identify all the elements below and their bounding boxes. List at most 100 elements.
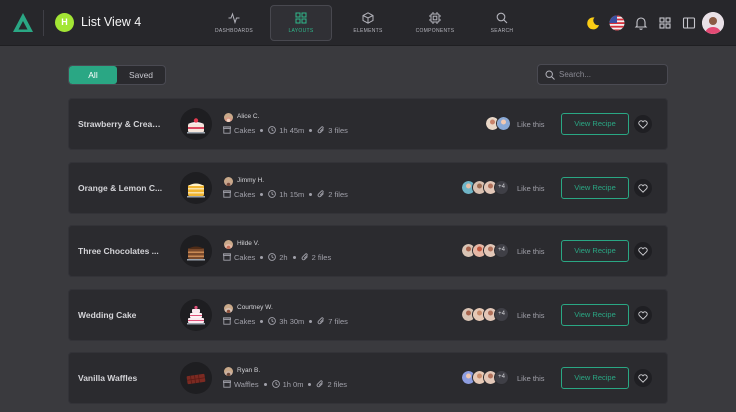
- view-recipe-button[interactable]: View Recipe: [561, 240, 629, 262]
- logo-icon[interactable]: [12, 12, 34, 34]
- recipe-category: Cakes: [234, 316, 256, 326]
- recipe-card: Three Chocolates ... Hilde V. Cakes 2h 2…: [68, 225, 668, 277]
- liked-by-avatars[interactable]: +4: [461, 307, 509, 323]
- view-recipe-button[interactable]: View Recipe: [561, 177, 629, 199]
- author-avatar: [224, 240, 233, 249]
- author-name[interactable]: Hilde V.: [237, 240, 259, 247]
- cube-icon: [362, 12, 374, 24]
- separator-dot: [309, 319, 313, 323]
- box-icon: [223, 126, 231, 134]
- author-name[interactable]: Jimmy H.: [237, 177, 264, 184]
- recipe-card: Vanilla Waffles Ryan B. Waffles 1h 0m 2 …: [68, 352, 668, 404]
- nav-search[interactable]: SEARCH: [471, 5, 533, 41]
- recipe-title[interactable]: Orange & Lemon C...: [78, 183, 164, 193]
- more-likers-count: +4: [494, 243, 509, 258]
- recipe-thumbnail: [180, 235, 212, 267]
- separator-dot: [263, 382, 267, 386]
- nav-dashboards[interactable]: DASHBOARDS: [203, 5, 265, 41]
- heart-icon: [638, 120, 648, 129]
- author-name[interactable]: Courtney W.: [237, 304, 273, 311]
- more-likers-count: +4: [494, 307, 509, 322]
- recipe-title[interactable]: Wedding Cake: [78, 310, 164, 320]
- apps-grid-icon[interactable]: [657, 15, 673, 31]
- search-icon: [496, 12, 508, 24]
- recipe-thumbnail: [180, 299, 212, 331]
- heart-icon: [638, 247, 648, 256]
- favorite-button[interactable]: [634, 242, 652, 260]
- divider: [43, 10, 44, 36]
- heart-icon: [638, 311, 648, 320]
- recipe-meta: Cakes 2h 2 files: [223, 252, 331, 262]
- recipe-files: 3 files: [328, 125, 348, 135]
- search-box: [537, 64, 668, 85]
- search-input[interactable]: [559, 67, 663, 82]
- us-flag-icon[interactable]: [609, 15, 625, 31]
- separator-dot: [309, 128, 313, 132]
- nav-components[interactable]: COMPONENTS: [404, 5, 466, 41]
- separator-dot: [292, 255, 296, 259]
- nav-label: LAYOUTS: [288, 28, 314, 34]
- strawberry-cake-image: [187, 118, 205, 134]
- recipe-title[interactable]: Vanilla Waffles: [78, 373, 164, 383]
- paperclip-icon: [317, 190, 325, 198]
- liked-by-avatars[interactable]: [485, 116, 511, 132]
- grid-icon: [295, 12, 307, 24]
- separator-dot: [309, 192, 313, 196]
- more-likers-count: +4: [494, 370, 509, 385]
- author-avatar: [224, 177, 233, 186]
- view-recipe-button[interactable]: View Recipe: [561, 304, 629, 326]
- paperclip-icon: [317, 380, 324, 388]
- filter-toggle: All Saved: [68, 65, 166, 85]
- liked-by-avatars[interactable]: +4: [461, 180, 509, 196]
- favorite-button[interactable]: [634, 306, 652, 324]
- nav-elements[interactable]: ELEMENTS: [337, 5, 399, 41]
- recipe-title[interactable]: Three Chocolates ...: [78, 246, 164, 256]
- favorite-button[interactable]: [634, 369, 652, 387]
- view-recipe-button[interactable]: View Recipe: [561, 367, 629, 389]
- liked-by-avatars[interactable]: +4: [461, 243, 509, 259]
- app-avatar: H: [55, 13, 74, 32]
- nav-label: DASHBOARDS: [214, 28, 253, 34]
- user-avatar[interactable]: [702, 12, 724, 34]
- clock-icon: [268, 253, 277, 261]
- recipe-time: 1h 0m: [282, 379, 304, 389]
- recipe-thumbnail: [180, 362, 212, 394]
- clock-icon: [271, 380, 280, 388]
- view-recipe-button[interactable]: View Recipe: [561, 113, 629, 135]
- filter-saved-button[interactable]: Saved: [117, 66, 165, 84]
- separator-dot: [260, 192, 264, 196]
- recipe-files: 2 files: [327, 379, 348, 389]
- filter-all-button[interactable]: All: [69, 66, 117, 84]
- nav-layouts[interactable]: LAYOUTS: [270, 5, 332, 41]
- author-avatar: [224, 367, 233, 376]
- wedding-cake-image: [187, 305, 205, 325]
- recipe-meta: Waffles 1h 0m 2 files: [223, 379, 347, 389]
- orange-cake-image: [187, 183, 205, 198]
- dark-mode-moon-icon[interactable]: [585, 15, 601, 31]
- favorite-button[interactable]: [634, 179, 652, 197]
- like-label: Like this: [517, 184, 545, 193]
- nav-label: ELEMENTS: [353, 28, 383, 34]
- separator-dot: [260, 319, 264, 323]
- separator-dot: [260, 128, 264, 132]
- separator-dot: [308, 382, 312, 386]
- clock-icon: [268, 190, 277, 198]
- author-name[interactable]: Ryan B.: [237, 367, 260, 374]
- recipe-title[interactable]: Strawberry & Cream...: [78, 119, 164, 129]
- recipe-category: Cakes: [234, 125, 256, 135]
- bell-icon[interactable]: [633, 15, 649, 31]
- liker-avatar: [496, 116, 511, 131]
- liked-by-avatars[interactable]: +4: [461, 370, 509, 386]
- recipe-time: 1h 45m: [279, 125, 305, 135]
- recipe-time: 1h 15m: [279, 189, 305, 199]
- author-name[interactable]: Alice C.: [237, 113, 259, 120]
- page-title: List View 4: [81, 15, 142, 29]
- heart-icon: [638, 374, 648, 383]
- recipe-time: 2h: [279, 252, 288, 262]
- recipe-category: Waffles: [234, 379, 259, 389]
- nav-label: SEARCH: [490, 28, 514, 34]
- panel-toggle-icon[interactable]: [681, 15, 697, 31]
- favorite-button[interactable]: [634, 115, 652, 133]
- top-bar: H List View 4 DASHBOARDS LAYOUTS ELEMENT…: [0, 0, 736, 46]
- activity-icon: [228, 12, 240, 24]
